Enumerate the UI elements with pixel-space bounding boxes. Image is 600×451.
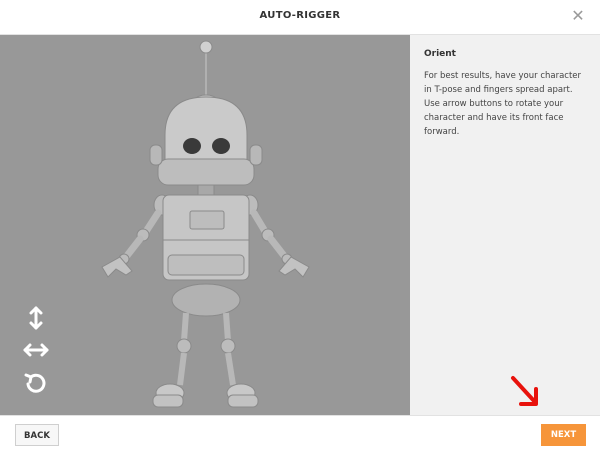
horizontal-arrows-icon[interactable] <box>22 337 50 363</box>
footer-bar: BACK NEXT <box>0 415 600 451</box>
next-button[interactable]: NEXT <box>541 424 586 446</box>
window-title: AUTO-RIGGER <box>259 10 341 21</box>
instructions-panel: Orient For best results, have your chara… <box>410 35 600 415</box>
red-arrow-icon <box>511 376 538 406</box>
back-button[interactable]: BACK <box>15 424 59 446</box>
panel-instructions: For best results, have your character in… <box>424 71 582 137</box>
robot-model[interactable] <box>0 35 410 415</box>
close-icon[interactable]: ✕ <box>570 7 586 25</box>
panel-heading: Orient <box>424 49 456 59</box>
title-bar: AUTO-RIGGER ✕ <box>0 0 600 35</box>
3d-viewport[interactable] <box>0 35 410 415</box>
reset-rotation-icon[interactable] <box>22 370 50 396</box>
vertical-arrows-icon[interactable] <box>22 305 50 331</box>
